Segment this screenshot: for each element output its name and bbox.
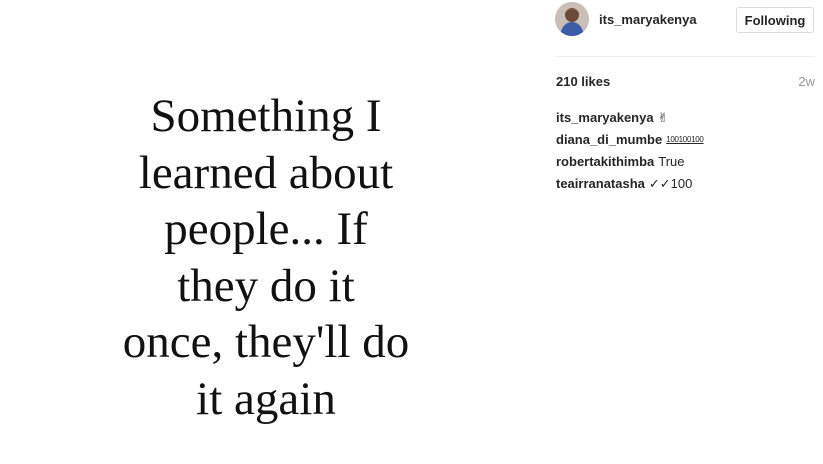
post-details-panel: its_maryakenya Following 210 likes 2w it… xyxy=(540,0,823,464)
list-item: diana_di_mumbe 100100100 xyxy=(556,129,816,151)
post-quote-text: Something I learned about people... If t… xyxy=(40,88,492,427)
comment-author[interactable]: robertakithimba xyxy=(556,154,654,169)
comments-list: its_maryakenya ✌ diana_di_mumbe 100100100 … xyxy=(556,107,816,195)
avatar[interactable] xyxy=(555,2,589,36)
comment-author[interactable]: teairranatasha xyxy=(556,176,645,191)
list-item: its_maryakenya ✌ xyxy=(556,107,816,129)
post-author-username[interactable]: its_maryakenya xyxy=(599,12,697,27)
quote-line: Something I xyxy=(150,90,382,142)
comment-text: 100100100 xyxy=(666,135,704,144)
comment-author[interactable]: diana_di_mumbe xyxy=(556,132,662,147)
post-image[interactable]: Something I learned about people... If t… xyxy=(0,0,540,464)
avatar-photo-icon xyxy=(555,2,589,36)
likes-count[interactable]: 210 likes xyxy=(556,74,610,89)
list-item: teairranatasha ✓✓100 xyxy=(556,173,816,195)
comment-text: True xyxy=(658,154,685,169)
comment-text: ✌ xyxy=(657,110,669,125)
following-button[interactable]: Following xyxy=(736,7,814,33)
quote-line: it again xyxy=(196,372,336,425)
quote-line: learned about xyxy=(138,146,394,199)
quote-line: people... If xyxy=(164,203,368,255)
post-header: its_maryakenya Following xyxy=(555,0,815,57)
comment-author[interactable]: its_maryakenya xyxy=(556,110,654,125)
quote-line: once, they'll do xyxy=(122,316,410,368)
list-item: robertakithimba True xyxy=(556,151,816,173)
post-timestamp[interactable]: 2w xyxy=(798,74,815,89)
comment-text: ✓✓100 xyxy=(648,176,693,191)
quote-line: they do it xyxy=(177,259,355,312)
